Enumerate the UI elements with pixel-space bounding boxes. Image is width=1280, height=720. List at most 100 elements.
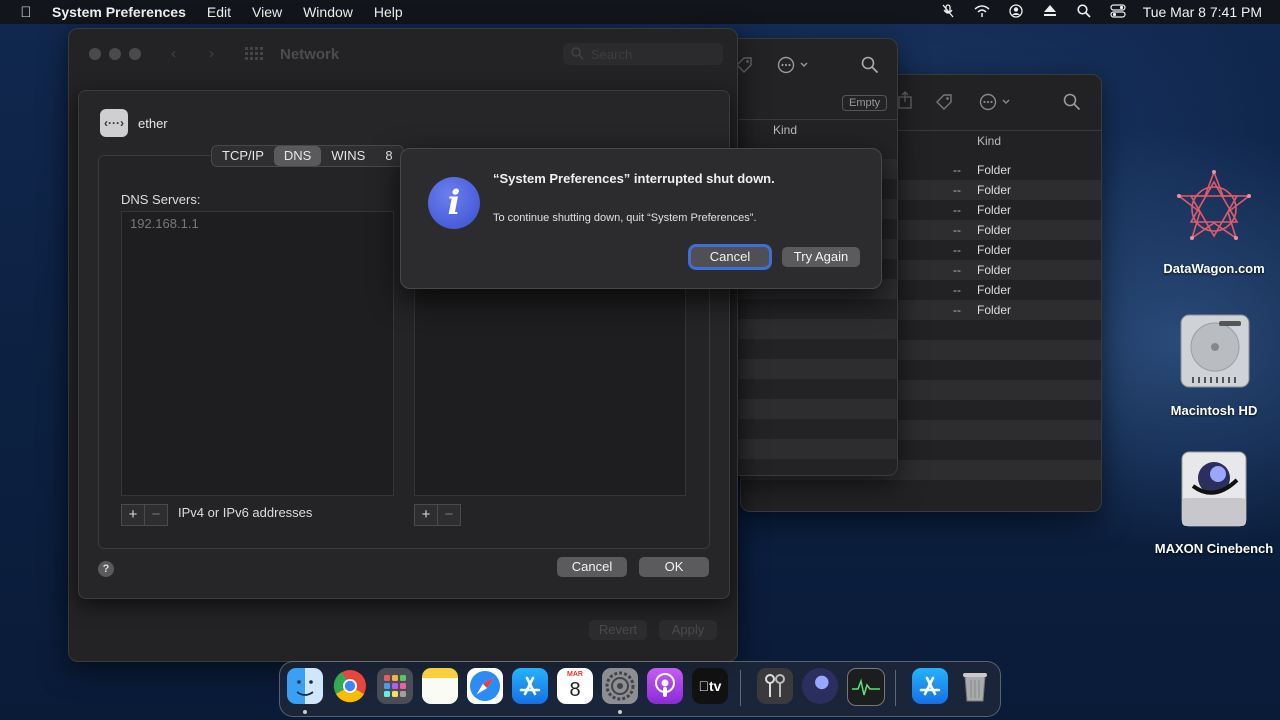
system-preferences-icon[interactable] (602, 668, 638, 704)
menu-clock[interactable]: Tue Mar 8 7:41 PM (1143, 4, 1262, 20)
dns-server-entry[interactable]: 192.168.1.1 (130, 216, 199, 231)
alert-dialog: i “System Preferences” interrupted shut … (400, 148, 882, 289)
share-icon[interactable] (897, 91, 913, 114)
menu-edit[interactable]: Edit (207, 4, 231, 20)
action-menu-icon[interactable] (979, 93, 1013, 116)
sheet-ok-button[interactable]: OK (639, 557, 709, 577)
tab-dns[interactable]: DNS (273, 146, 322, 166)
apple-tv-icon[interactable]: tv (692, 668, 728, 704)
activity-monitor-icon[interactable] (847, 668, 885, 706)
row-size: -- (953, 183, 961, 197)
spotlight-icon[interactable] (1067, 3, 1101, 21)
row-kind: Folder (977, 243, 1012, 257)
notes-icon[interactable] (422, 668, 458, 704)
row-kind: Folder (977, 183, 1012, 197)
cinebench-label[interactable]: MAXON Cinebench (1150, 541, 1278, 556)
settings-tabs: TCP/IP DNS WINS 8 (211, 145, 404, 167)
tab-8021x[interactable]: 8 (375, 146, 402, 166)
revert-button[interactable]: Revert (589, 620, 647, 640)
info-icon: i (428, 177, 480, 229)
calendar-day: 8 (569, 679, 581, 701)
trash-icon[interactable] (957, 668, 993, 704)
help-button[interactable]: ? (98, 561, 114, 577)
search-icon[interactable] (1063, 93, 1081, 116)
row-size: -- (953, 163, 961, 177)
empty-button[interactable]: Empty (842, 95, 888, 111)
safari-icon[interactable] (467, 668, 503, 704)
tag-icon[interactable] (935, 93, 953, 116)
alert-title: “System Preferences” interrupted shut do… (493, 171, 775, 186)
finder-icon[interactable] (287, 668, 323, 704)
sheet-cancel-button[interactable]: Cancel (557, 557, 627, 577)
hard-drive-icon[interactable] (1179, 313, 1251, 394)
row-size: -- (953, 263, 961, 277)
dns-servers-list[interactable]: 192.168.1.1 (121, 211, 394, 496)
address-hint: IPv4 or IPv6 addresses (178, 505, 313, 520)
datawagon-logo-icon[interactable] (1171, 168, 1257, 255)
row-size: -- (953, 303, 961, 317)
forward-arrow-icon[interactable]: › (209, 45, 214, 62)
wifi-icon[interactable] (965, 4, 999, 21)
chrome-icon[interactable] (332, 668, 368, 704)
add-dns-button[interactable]: + (122, 505, 144, 525)
tv-label: tv (703, 678, 721, 694)
calendar-icon[interactable]: MAR 8 (557, 668, 593, 704)
cinebench-disk-icon[interactable] (1179, 450, 1249, 533)
app-store-downloads-icon[interactable] (912, 668, 948, 704)
calendar-month: MAR (567, 671, 583, 678)
search-field[interactable]: Search (563, 43, 723, 65)
back-arrow-icon[interactable]: ‹ (171, 45, 176, 62)
system-preferences-running-indicator (618, 710, 622, 714)
tab-tcpip[interactable]: TCP/IP (212, 146, 274, 166)
close-button[interactable] (89, 48, 101, 60)
zoom-button[interactable] (129, 48, 141, 60)
tab-wins[interactable]: WINS (321, 146, 375, 166)
apply-button[interactable]: Apply (659, 620, 717, 640)
remove-dns-button[interactable]: − (144, 505, 167, 525)
menu-view[interactable]: View (252, 4, 282, 20)
search-placeholder: Search (591, 47, 633, 62)
dock-separator (740, 670, 741, 706)
dns-add-remove: + − (121, 504, 168, 526)
remove-domain-button[interactable]: − (437, 505, 460, 525)
app-menu[interactable]: System Preferences (52, 4, 186, 20)
cinebench-icon[interactable] (802, 668, 838, 704)
status-area: Tue Mar 8 7:41 PM (931, 0, 1280, 24)
alert-message: To continue shutting down, quit “System … (493, 212, 757, 224)
control-center-icon[interactable] (1101, 3, 1135, 21)
search-domains-list[interactable] (414, 285, 686, 496)
kind-column-header[interactable]: Kind (773, 123, 797, 137)
row-kind: Folder (977, 203, 1012, 217)
ethernet-icon: ‹···› (100, 109, 128, 137)
user-icon[interactable] (999, 3, 1033, 21)
show-all-grid-icon[interactable] (245, 47, 263, 66)
dns-servers-label: DNS Servers: (121, 192, 201, 207)
row-size: -- (953, 243, 961, 257)
row-kind: Folder (977, 263, 1012, 277)
minimize-button[interactable] (109, 48, 121, 60)
keychain-access-icon[interactable] (757, 668, 793, 704)
row-size: -- (953, 203, 961, 217)
try-again-button[interactable]: Try Again (782, 247, 860, 267)
add-domain-button[interactable]: + (415, 505, 437, 525)
dock-separator (895, 670, 896, 706)
kind-column-header[interactable]: Kind (977, 134, 1001, 148)
menu-bar:  System Preferences Edit View Window He… (0, 0, 1280, 24)
menu-help[interactable]: Help (374, 4, 403, 20)
podcasts-icon[interactable] (647, 668, 683, 704)
app-store-icon[interactable] (512, 668, 548, 704)
row-kind: Folder (977, 283, 1012, 297)
search-icon[interactable] (861, 56, 879, 79)
eject-icon[interactable] (1033, 4, 1067, 20)
launchpad-icon[interactable] (377, 668, 413, 704)
macintosh-hd-label[interactable]: Macintosh HD (1150, 403, 1278, 418)
menu-window[interactable]: Window (303, 4, 353, 20)
domain-add-remove: + − (414, 504, 461, 526)
row-kind: Folder (977, 223, 1012, 237)
mic-muted-icon[interactable] (931, 3, 965, 21)
datawagon-label[interactable]: DataWagon.com (1150, 261, 1278, 276)
action-menu-icon[interactable] (777, 56, 811, 79)
apple-menu-icon[interactable]:  (0, 4, 52, 21)
search-icon (571, 47, 584, 65)
alert-cancel-button[interactable]: Cancel (691, 247, 769, 267)
